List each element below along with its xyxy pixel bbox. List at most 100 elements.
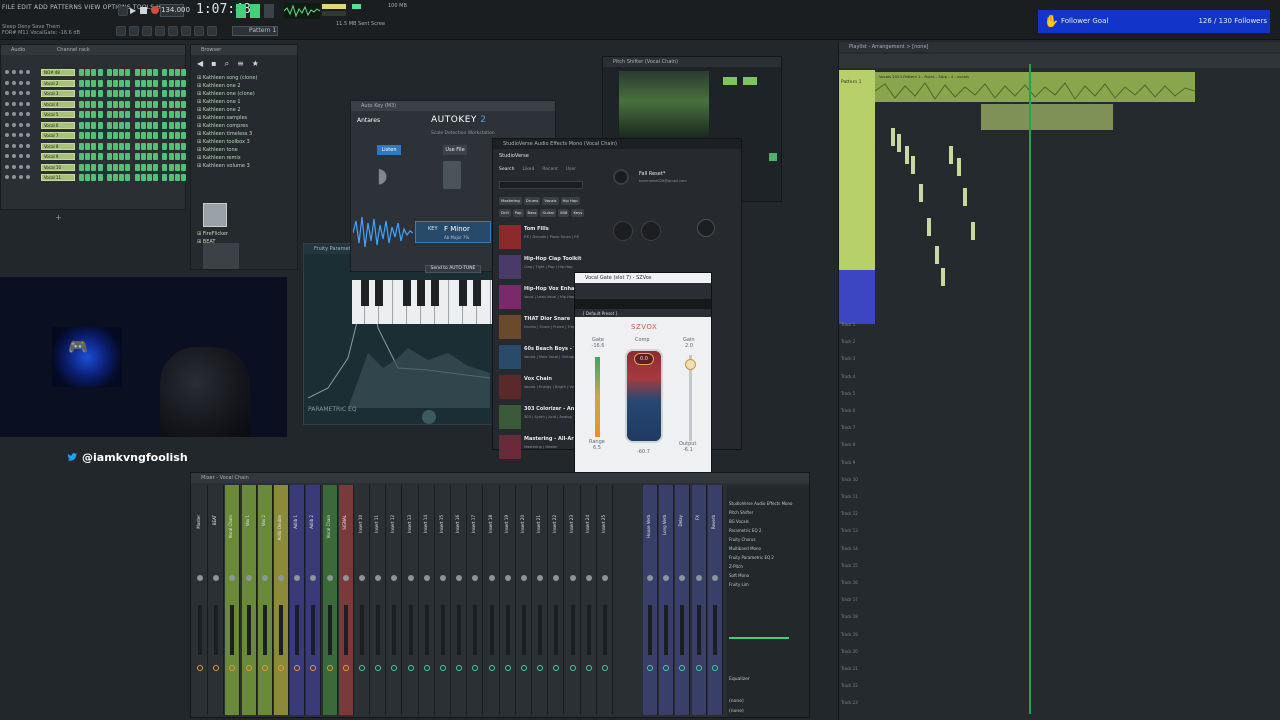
channel-row[interactable]: Vocal 3 [5,90,186,97]
step-button[interactable] [85,121,91,129]
macro-knob-1[interactable] [613,221,633,241]
step-button[interactable] [168,90,174,97]
volume-fader[interactable] [327,605,332,655]
pan-knob[interactable] [440,575,446,581]
channel-control-icon[interactable] [5,122,9,127]
step-button[interactable] [140,90,146,97]
pan-knob[interactable] [521,575,527,581]
channel-row[interactable]: Vocal 11 [5,174,186,181]
step-button[interactable] [181,174,186,181]
studioverse-tab[interactable]: Liked [522,167,534,175]
genre-chip[interactable]: Hip Hop [560,197,580,205]
route-indicator[interactable] [521,665,527,671]
step-button[interactable] [106,111,112,118]
slice-icon[interactable] [142,26,152,36]
genre-chip[interactable]: Keys [571,209,585,217]
step-button[interactable] [147,132,152,139]
comp-meter[interactable]: 0.0 [625,349,663,443]
step-button[interactable] [113,69,118,76]
mixer-strip[interactable]: Reverb [707,485,723,715]
step-button[interactable] [134,142,140,150]
pan-knob[interactable] [695,575,702,581]
step-button[interactable] [181,153,186,160]
pattern-song-toggle[interactable] [118,6,128,16]
step-button[interactable] [168,174,174,181]
pitch-knob[interactable] [769,153,777,161]
track-label[interactable]: Track 9 [841,460,855,465]
route-indicator[interactable] [407,665,414,671]
pattern-selector[interactable]: Pattern 1 [232,26,278,36]
pan-knob[interactable] [342,575,349,581]
step-button[interactable] [85,153,91,160]
step-button[interactable] [97,111,103,118]
channel-control-icon[interactable] [19,133,23,137]
mixer-strip[interactable]: Adlib 1 [290,485,306,715]
step-button[interactable] [113,79,118,87]
channel-name[interactable]: Vocal 8 [41,142,75,150]
channel-control-icon[interactable] [12,80,16,85]
route-indicator[interactable] [679,665,686,671]
channel-control-icon[interactable] [5,154,9,158]
pan-knob[interactable] [245,575,252,581]
fx-slot[interactable]: Z-Pitch [729,564,743,569]
step-button[interactable] [153,163,159,171]
record-icon[interactable] [151,6,159,14]
step-button[interactable] [91,90,97,97]
step-button[interactable] [147,174,152,181]
step-button[interactable] [97,121,103,129]
mixer-strip[interactable]: Adlib Double [274,485,289,715]
channel-row[interactable]: Vocal 6 [5,121,186,129]
route-indicator[interactable] [294,665,301,671]
genre-chip[interactable]: Guitar [540,209,557,217]
track-label[interactable]: Track 23 [841,700,858,705]
grid-icon[interactable] [155,26,165,36]
step-button[interactable] [125,79,131,87]
step-button[interactable] [125,142,131,150]
chain-item[interactable]: 60s Beach Boys - Vi Vocals | Male Vocal |… [499,345,579,371]
step-button[interactable] [174,111,180,118]
route-indicator[interactable] [359,665,365,671]
track-label[interactable]: Track 18 [841,614,858,619]
step-button[interactable] [147,111,152,118]
step-button[interactable] [85,79,91,87]
pan-knob[interactable] [456,575,463,581]
autokey-window-title[interactable]: Auto Key (M3) [351,101,555,111]
step-button[interactable] [85,69,91,76]
route-indicator[interactable] [261,665,268,671]
pattern-note-block[interactable] [949,146,953,164]
step-button[interactable] [79,69,84,76]
pattern-note-block[interactable] [957,158,961,176]
route-indicator[interactable] [647,665,653,671]
step-button[interactable] [91,153,97,160]
channel-control-icon[interactable] [12,70,16,74]
channel-control-icon[interactable] [19,70,23,74]
channel-name[interactable]: Vocal 3 [41,90,75,97]
step-button[interactable] [97,174,103,181]
track-label[interactable]: Track 15 [841,563,858,568]
sort-icon[interactable]: ≡ [237,59,244,69]
mixer-strip[interactable]: Vox 1 [241,485,257,715]
channel-control-icon[interactable] [12,143,16,148]
browser-icon[interactable] [207,26,217,36]
volume-fader[interactable] [570,605,575,655]
step-button[interactable] [153,100,159,108]
step-button[interactable] [91,121,97,129]
step-button[interactable] [106,163,112,171]
mixer-title[interactable]: Mixer - Vocal Chain [191,473,809,483]
gain-slider-knob[interactable] [685,359,696,370]
route-indicator[interactable] [278,665,284,671]
macro-knob-2[interactable] [641,221,661,241]
channel-row[interactable]: Vocal 5 [5,111,186,118]
step-button[interactable] [168,100,174,108]
route-indicator[interactable] [663,665,670,671]
volume-fader[interactable] [554,605,559,655]
route-indicator[interactable] [585,665,592,671]
channel-control-icon[interactable] [19,154,23,158]
channel-control-icon[interactable] [19,143,23,148]
step-button[interactable] [168,111,174,118]
step-button[interactable] [140,163,146,171]
step-button[interactable] [168,79,174,87]
channel-control-icon[interactable] [5,112,9,116]
step-button[interactable] [153,90,159,97]
channel-control-icon[interactable] [26,154,30,158]
